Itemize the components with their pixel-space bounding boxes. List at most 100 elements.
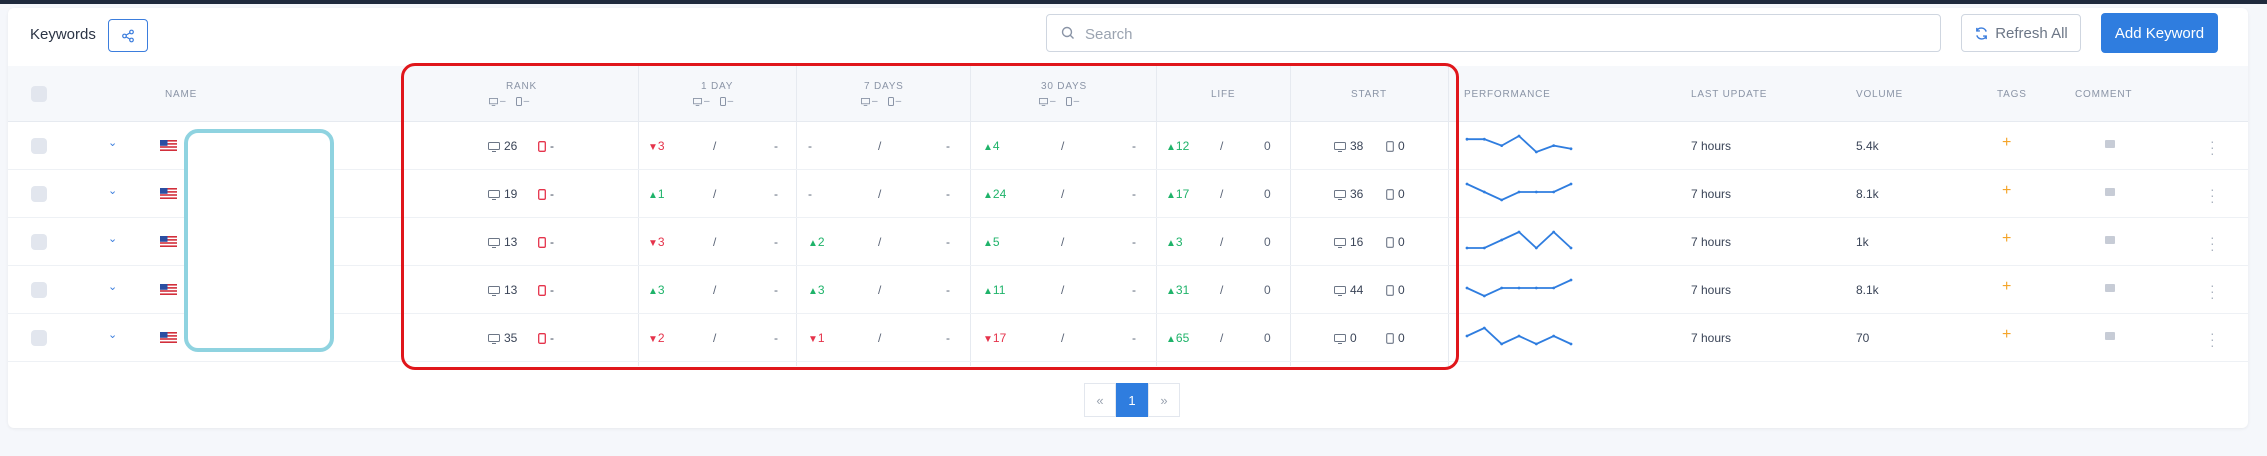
column-volume: VOLUME	[1856, 89, 1904, 100]
trend-up-icon: ▲	[983, 190, 993, 201]
days7-mobile-change: -	[946, 187, 950, 201]
start-desktop: 16	[1334, 235, 1363, 249]
comment-icon[interactable]	[2105, 284, 2115, 292]
sparkline-point	[1569, 342, 1573, 346]
expand-chevron-icon[interactable]: ⌄	[108, 184, 117, 197]
add-tag-button[interactable]: +	[2002, 230, 2011, 248]
desktop-icon	[1334, 333, 1346, 344]
days30-desktop-change: ▼17	[983, 331, 1007, 345]
sparkline-point	[1482, 190, 1486, 194]
mobile-icon	[515, 97, 522, 106]
sparkline-point	[1534, 286, 1538, 290]
day1-desktop-sub: –	[704, 96, 710, 107]
desktop-icon	[693, 97, 702, 106]
row-checkbox[interactable]	[31, 330, 47, 346]
rank-desktop: 35	[488, 331, 517, 345]
select-all-checkbox[interactable]	[31, 86, 47, 102]
days7-desktop-change: ▲2	[808, 235, 825, 249]
page-1-button[interactable]: 1	[1116, 383, 1148, 417]
expand-chevron-icon[interactable]: ⌄	[108, 136, 117, 149]
add-tag-button[interactable]: +	[2002, 134, 2011, 152]
expand-chevron-icon[interactable]: ⌄	[108, 232, 117, 245]
keywords-card: Keywords Refresh All	[8, 8, 2248, 428]
row-menu-icon[interactable]: · · ·	[2210, 230, 2215, 256]
expand-chevron-icon[interactable]: ⌄	[108, 280, 117, 293]
table-row[interactable]: ⌄ 26 - ▼3 / - - / - ▲4 / - ▲12 / 0 38 0 …	[8, 122, 2248, 170]
search-box	[1046, 14, 1941, 52]
comment-icon[interactable]	[2105, 140, 2115, 148]
column-tags: TAGS	[1997, 89, 2027, 100]
prev-page-button[interactable]: «	[1084, 383, 1116, 417]
sparkline-point	[1552, 190, 1556, 194]
rank-desktop: 19	[488, 187, 517, 201]
rank-mobile: -	[538, 187, 554, 201]
mobile-icon	[719, 97, 726, 106]
desktop-icon	[1334, 237, 1346, 248]
life-separator: /	[1220, 187, 1224, 201]
row-menu-icon[interactable]: · · ·	[2210, 182, 2215, 208]
share-button[interactable]	[108, 19, 148, 52]
row-menu-icon[interactable]: · · ·	[2210, 326, 2215, 352]
performance-sparkline	[1465, 134, 1573, 154]
days30-mobile-change: -	[1132, 187, 1136, 201]
expand-chevron-icon[interactable]: ⌄	[108, 328, 117, 341]
days30-separator: /	[1061, 187, 1065, 201]
row-checkbox[interactable]	[31, 234, 47, 250]
desktop-icon	[1334, 189, 1346, 200]
rank-desktop-sub: –	[500, 96, 506, 107]
column-performance: PERFORMANCE	[1464, 89, 1551, 100]
refresh-all-button[interactable]: Refresh All	[1961, 14, 2081, 52]
row-checkbox[interactable]	[31, 138, 47, 154]
table-row[interactable]: ⌄ 19 - ▲1 / - - / - ▲24 / - ▲17 / 0 36 0…	[8, 170, 2248, 218]
rank-desktop: 26	[488, 139, 517, 153]
life-separator: /	[1220, 139, 1224, 153]
comment-icon[interactable]	[2105, 188, 2115, 196]
desktop-icon	[488, 189, 500, 200]
comment-icon[interactable]	[2105, 332, 2115, 340]
day1-mobile-change: -	[774, 139, 778, 153]
us-flag-icon	[160, 188, 177, 199]
sparkline-point	[1500, 238, 1504, 242]
sparkline-point	[1534, 342, 1538, 346]
days30-mobile-change: -	[1132, 139, 1136, 153]
days7-desktop-sub: –	[872, 96, 878, 107]
volume: 70	[1856, 331, 1870, 345]
mobile-icon	[1386, 189, 1394, 201]
keywords-table: NAME RANK – – 1 DAY – – 7 DAYS – – 30 DA…	[8, 66, 2248, 366]
add-tag-button[interactable]: +	[2002, 278, 2011, 296]
trend-up-icon: ▲	[808, 286, 818, 297]
add-tag-button[interactable]: +	[2002, 182, 2011, 200]
add-keyword-button[interactable]: Add Keyword	[2101, 13, 2218, 53]
table-row[interactable]: ⌄ 13 - ▲3 / - ▲3 / - ▲11 / - ▲31 / 0 44 …	[8, 266, 2248, 314]
column-last-update: LAST UPDATE	[1691, 89, 1768, 100]
day1-separator: /	[713, 331, 717, 345]
rank-mobile: -	[538, 283, 554, 297]
day1-separator: /	[713, 139, 717, 153]
add-tag-button[interactable]: +	[2002, 326, 2011, 344]
sparkline-point	[1534, 190, 1538, 194]
sparkline-point	[1517, 286, 1521, 290]
table-row[interactable]: ⌄ 35 - ▼2 / - ▼1 / - ▼17 / - ▲65 / 0 0 0…	[8, 314, 2248, 362]
days7-desktop-change: ▼1	[808, 331, 825, 345]
row-checkbox[interactable]	[31, 186, 47, 202]
sparkline-point	[1482, 137, 1486, 141]
search-input[interactable]	[1085, 23, 1885, 45]
desktop-icon	[488, 333, 500, 344]
comment-icon[interactable]	[2105, 236, 2115, 244]
volume: 1k	[1856, 235, 1869, 249]
pagination: « 1 »	[1084, 383, 1180, 417]
row-checkbox[interactable]	[31, 282, 47, 298]
start-mobile: 0	[1386, 331, 1405, 345]
sparkline-point	[1482, 326, 1486, 330]
days30-mobile-change: -	[1132, 331, 1136, 345]
last-update: 7 hours	[1691, 139, 1732, 153]
row-menu-icon[interactable]: · · ·	[2210, 134, 2215, 160]
days30-separator: /	[1061, 283, 1065, 297]
day1-subheader: – –	[693, 96, 733, 107]
days7-desktop-change: ▲3	[808, 283, 825, 297]
desktop-icon	[488, 285, 500, 296]
row-menu-icon[interactable]: · · ·	[2210, 278, 2215, 304]
table-row[interactable]: ⌄ 13 - ▼3 / - ▲2 / - ▲5 / - ▲3 / 0 16 0 …	[8, 218, 2248, 266]
days7-mobile-sub: –	[895, 96, 902, 107]
next-page-button[interactable]: »	[1148, 383, 1180, 417]
